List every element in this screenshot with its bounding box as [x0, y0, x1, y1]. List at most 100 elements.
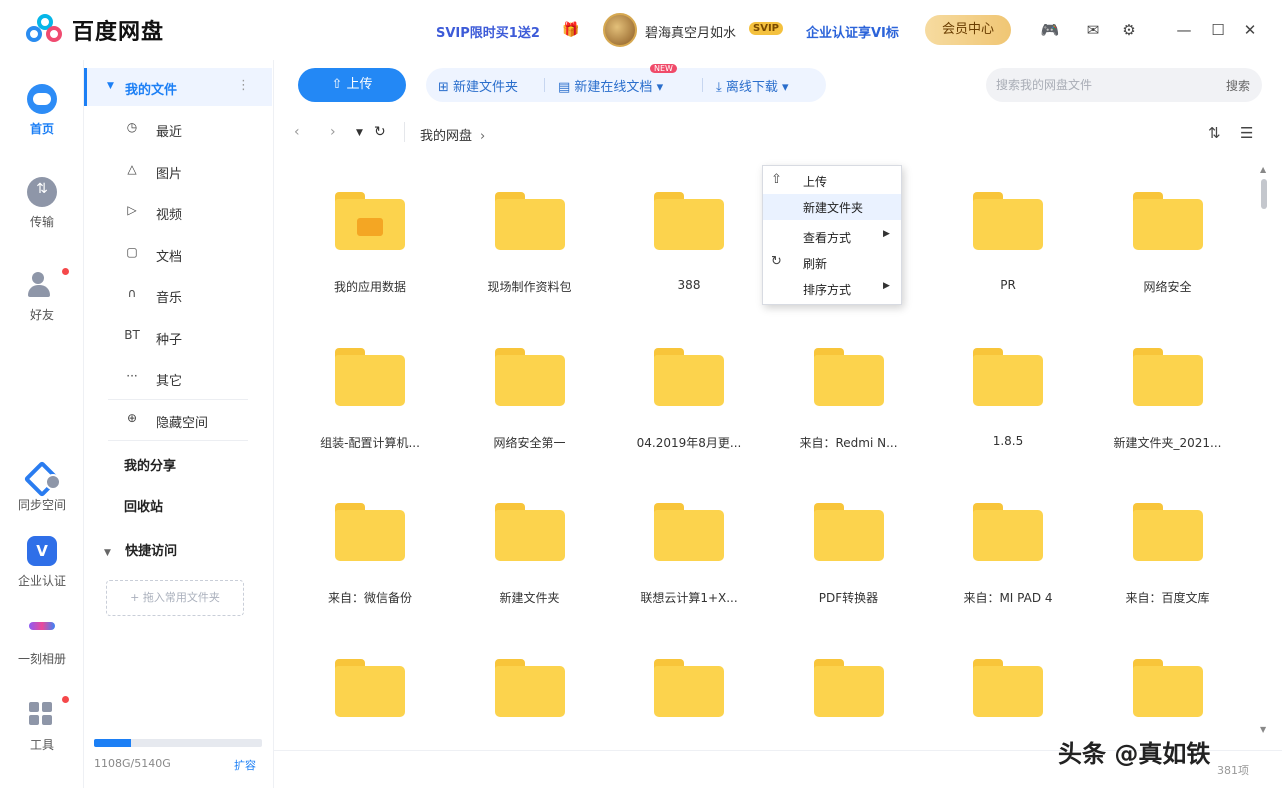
folder-item[interactable]: PR [928, 180, 1088, 320]
sidebar-recycle-bin[interactable]: 回收站 [124, 496, 163, 515]
folder-icon [1132, 503, 1203, 561]
refresh-icon[interactable]: ↻ [374, 124, 386, 140]
sidebar-my-files[interactable]: ▼ 我的文件 ⋮ [84, 68, 272, 106]
member-center-button[interactable]: 会员中心 [925, 15, 1011, 45]
folder-item[interactable]: 网络安全 [1088, 180, 1248, 320]
cloud-home-icon [27, 84, 57, 114]
folder-name: PR [1000, 278, 1016, 292]
sidebar-item[interactable]: ◷ 最近 [84, 114, 272, 144]
sidebar-item[interactable]: BT 种子 [84, 322, 272, 352]
ctx-upload[interactable]: ⇧ 上传 [763, 168, 901, 194]
nav-transfer[interactable]: 传输 [0, 177, 84, 230]
more-vertical-icon[interactable]: ⋮ [237, 78, 250, 93]
folder-item[interactable]: 现场制作资料包 [450, 180, 610, 320]
sidebar-my-share[interactable]: 我的分享 [124, 455, 176, 474]
watermark: 头条 @真如铁 [1058, 740, 1211, 768]
back-icon[interactable]: ‹ [294, 124, 300, 140]
breadcrumb-root[interactable]: 我的网盘 [420, 129, 472, 144]
folder-name: 我的应用数据 [333, 280, 406, 294]
storage-progress-fill [94, 739, 131, 747]
settings-icon[interactable]: ⚙ [1119, 20, 1139, 40]
album-icon [29, 622, 55, 630]
folder-item[interactable]: 04.2019年8月更... [609, 336, 769, 476]
drop-folder-zone[interactable]: + 拖入常用文件夹 [106, 580, 244, 616]
submenu-arrow-icon: ▶ [883, 229, 890, 239]
folder-item[interactable] [450, 647, 610, 751]
folder-icon [813, 503, 884, 561]
folder-item[interactable]: 来自：Redmi N... [769, 336, 929, 476]
mail-icon[interactable]: ✉ [1083, 20, 1103, 40]
caret-down-icon[interactable]: ▼ [107, 81, 114, 91]
scroll-down-icon[interactable]: ▼ [1260, 725, 1266, 734]
item-count: 381项 [1217, 764, 1249, 777]
offline-download-button[interactable]: ⤓ 离线下载 ▾ [716, 76, 789, 95]
folder-item[interactable]: 联想云计算1+X... [609, 491, 769, 631]
expand-storage-link[interactable]: 扩容 [234, 757, 256, 773]
nav-transfer-label: 传输 [29, 215, 54, 229]
sidebar-item[interactable]: ▢ 文档 [84, 239, 272, 269]
folder-item[interactable]: 组装-配置计算机... [290, 336, 450, 476]
nav-friends[interactable]: 好友 [0, 268, 84, 323]
forward-icon[interactable]: › [330, 124, 336, 140]
folder-item[interactable]: 388 [609, 180, 769, 320]
storage-usage: 1108G/5140G [94, 757, 171, 770]
folder-item[interactable]: 来自：微信备份 [290, 491, 450, 631]
ctx-new-folder[interactable]: 新建文件夹 [763, 194, 901, 220]
gift-icon[interactable]: 🎁 [562, 22, 579, 38]
sidebar-item[interactable]: ⊕ 隐藏空间 [84, 405, 272, 435]
caret-down-icon[interactable]: ▼ [104, 548, 111, 558]
scroll-thumb[interactable] [1261, 179, 1267, 209]
list-view-icon[interactable]: ☰ [1240, 124, 1253, 142]
ctx-sort-by[interactable]: 排序方式 ▶ [763, 276, 901, 302]
sidebar-item[interactable]: ··· 其它 [84, 363, 272, 393]
folder-item[interactable] [769, 647, 929, 751]
nav-home[interactable]: 首页 [0, 84, 84, 137]
folder-item[interactable]: 我的应用数据 [290, 180, 450, 320]
upload-button[interactable]: ⇧ 上传 [298, 68, 406, 102]
nav-sync[interactable]: 同步空间 [0, 460, 84, 513]
folder-item[interactable] [290, 647, 450, 751]
history-dropdown-icon[interactable]: ▼ [356, 128, 363, 138]
minimize-icon[interactable]: — [1174, 20, 1194, 40]
search-button[interactable]: 搜索 [1226, 77, 1250, 94]
tools-grid-icon [27, 700, 57, 730]
folder-item[interactable]: 网络安全第一 [450, 336, 610, 476]
enterprise-promo-link[interactable]: 企业认证享VI标 [806, 22, 899, 41]
username[interactable]: 碧海真空月如水 [645, 22, 736, 41]
svip-promo-link[interactable]: SVIP限时买1送2 [436, 22, 540, 41]
avatar[interactable] [603, 13, 637, 47]
search-input[interactable] [996, 75, 1206, 95]
ctx-refresh[interactable]: ↻ 刷新 [763, 250, 901, 276]
lock-icon: ⊕ [126, 410, 138, 425]
close-icon[interactable]: ✕ [1240, 20, 1260, 40]
scroll-up-icon[interactable]: ▲ [1260, 165, 1266, 174]
maximize-icon[interactable]: ☐ [1208, 20, 1228, 40]
folder-item[interactable]: PDF转换器 [769, 491, 929, 631]
folder-item[interactable]: 来自：MI PAD 4 [928, 491, 1088, 631]
folder-item[interactable]: 来自：百度文库 [1088, 491, 1248, 631]
folder-item[interactable] [609, 647, 769, 751]
sidebar-quick-access[interactable]: ▼ 快捷访问 [104, 540, 177, 559]
nav-album[interactable]: 一刻相册 [0, 612, 84, 667]
sidebar-item[interactable]: △ 图片 [84, 156, 272, 186]
folder-item[interactable]: 1.8.5 [928, 336, 1088, 476]
new-folder-button[interactable]: ⊞ 新建文件夹 [438, 76, 518, 95]
ctx-view-mode[interactable]: 查看方式 ▶ [763, 224, 901, 250]
game-icon[interactable]: 🎮 [1040, 20, 1060, 40]
vertical-scrollbar[interactable]: ▲ ▼ [1258, 165, 1270, 750]
new-online-doc-button[interactable]: ▤ 新建在线文档 ▾ [558, 76, 663, 95]
breadcrumb[interactable]: 我的网盘 › [420, 125, 485, 144]
nav-enterprise[interactable]: 企业认证 [0, 536, 84, 589]
sidebar-item[interactable]: ∩ 音乐 [84, 280, 272, 310]
folder-item[interactable]: 新建文件夹 [450, 491, 610, 631]
sort-icon[interactable]: ⇅ [1208, 124, 1221, 142]
folder-name: 新建文件夹_2021... [1113, 435, 1222, 450]
nav-tools[interactable]: 工具 [0, 696, 84, 753]
folder-item[interactable]: 新建文件夹_2021... [1088, 336, 1248, 476]
new-online-doc-label: 新建在线文档 [574, 80, 653, 95]
sidebar-item[interactable]: ▷ 视频 [84, 197, 272, 227]
sidebar: ▼ 我的文件 ⋮ ◷ 最近 △ 图片 ▷ 视频 ▢ 文档 ∩ 音乐 BT 种子 ··· 其它 ⊕ 隐藏空间 我… [84, 60, 274, 788]
torrent-icon: BT [124, 327, 140, 342]
folder-icon [335, 192, 405, 250]
offline-download-label: 离线下载 [725, 80, 778, 95]
